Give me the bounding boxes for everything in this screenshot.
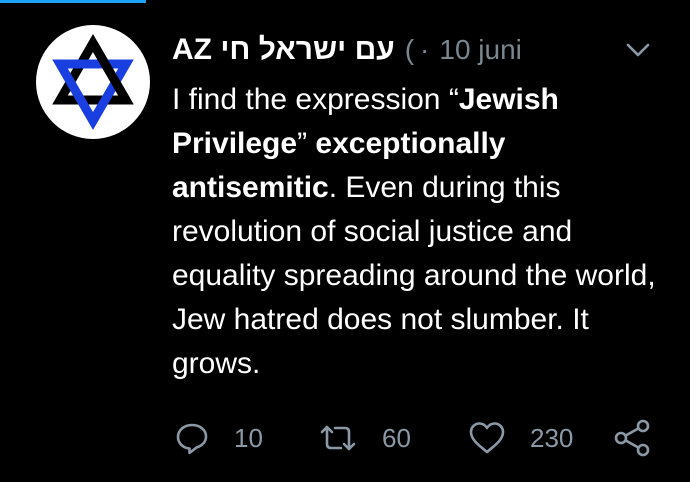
tweet-text-part: I find the expression “ (172, 83, 459, 116)
share-button[interactable] (612, 416, 652, 460)
tweet-header: AZ עם ישראל חי ( · 10 juni (172, 30, 522, 70)
retweet-count: 60 (382, 422, 411, 453)
like-button[interactable]: 230 (468, 416, 573, 460)
avatar[interactable] (36, 25, 150, 139)
share-icon (614, 419, 650, 457)
reply-count: 10 (234, 422, 263, 453)
retweet-icon (320, 425, 356, 451)
heart-icon (469, 422, 505, 454)
tweet-text-part: ” (297, 127, 316, 160)
chevron-down-icon (626, 43, 650, 57)
tweet-timestamp[interactable]: 10 juni (439, 34, 522, 66)
header-separator: · (420, 34, 430, 65)
author-handle[interactable]: ( (405, 34, 414, 66)
author-display-name[interactable]: AZ עם ישראל חי (172, 33, 395, 67)
tweet-screen: AZ עם ישראל חי ( · 10 juni I find the ex… (0, 0, 690, 482)
reply-icon (176, 423, 208, 455)
tweet-menu-button[interactable] (624, 36, 652, 64)
reply-button[interactable]: 10 (174, 416, 263, 460)
star-of-david-icon (52, 34, 134, 130)
active-tab-indicator (0, 0, 146, 3)
tweet-actions: 10 60 230 (174, 416, 664, 460)
like-count: 230 (530, 422, 574, 453)
retweet-button[interactable]: 60 (318, 416, 411, 460)
tweet-text: I find the expression “Jewish Privilege”… (172, 78, 672, 386)
